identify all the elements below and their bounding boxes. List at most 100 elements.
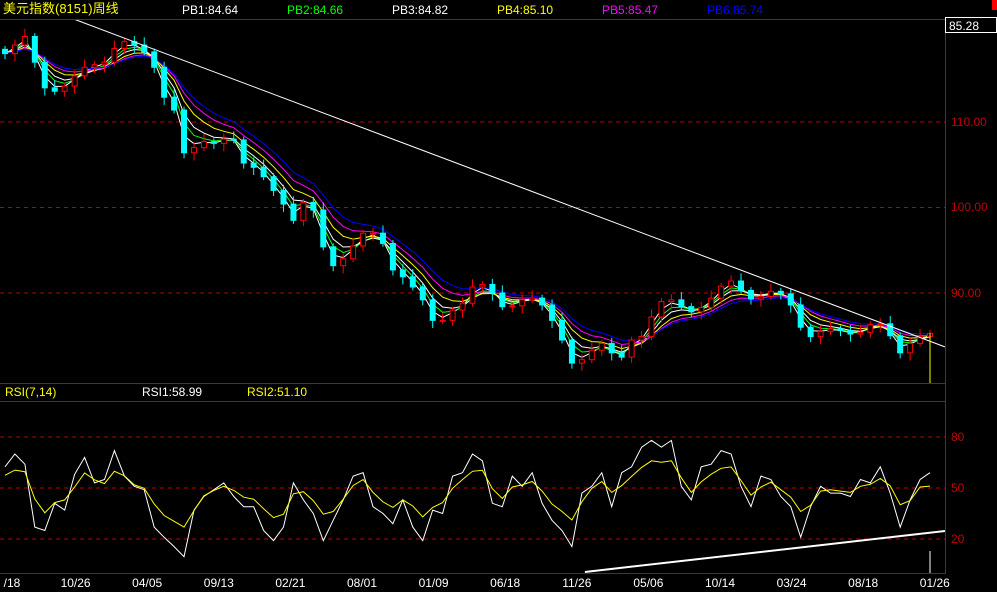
rsi-tick-80: 80	[951, 430, 965, 444]
candle-up	[81, 66, 88, 77]
candle-up	[668, 299, 675, 303]
candle-down	[240, 139, 247, 164]
candle-up	[509, 305, 516, 308]
candle-down	[290, 203, 297, 221]
candle-up	[220, 138, 227, 144]
candle-up	[11, 44, 18, 55]
candle-up	[459, 302, 466, 311]
candle-up	[71, 75, 78, 87]
candle-down	[539, 297, 546, 306]
candle-up	[588, 349, 595, 361]
candle-up	[300, 201, 307, 221]
candle-up	[469, 286, 476, 304]
candle-down	[618, 352, 625, 358]
candle-up	[817, 330, 824, 338]
price-tick-110: 110.00	[951, 115, 987, 129]
rsi-lines	[4, 439, 946, 573]
candle-up	[370, 232, 377, 235]
candle-up	[698, 307, 705, 313]
x-tick-label: 11/26	[562, 576, 592, 590]
candle-up	[827, 328, 834, 332]
candle-up	[190, 147, 197, 154]
rsi-line-rsi2	[4, 460, 931, 528]
candle-down	[608, 342, 615, 354]
x-tick-label: 06/18	[490, 576, 521, 590]
candle-up	[877, 323, 884, 326]
x-tick-label: 02/21	[275, 576, 306, 590]
candle-down	[797, 304, 804, 328]
candle-down	[161, 66, 168, 98]
rsi-title: RSI(7,14)	[5, 385, 57, 399]
x-tick-label: 01/09	[418, 576, 449, 590]
candle-down	[847, 330, 854, 335]
candle-up	[21, 36, 28, 46]
current-price-box: 85.28	[945, 17, 997, 33]
candle-up	[360, 232, 367, 247]
candle-up	[519, 299, 526, 307]
chart-canvas[interactable]	[0, 0, 997, 592]
candle-down	[210, 141, 217, 144]
candle-down	[747, 289, 754, 300]
candle-up	[439, 319, 446, 322]
candle-down	[230, 138, 237, 141]
x-tick-label: 08/18	[848, 576, 879, 590]
candle-down	[280, 189, 287, 205]
candle-down	[419, 286, 426, 301]
candle-up	[479, 283, 486, 288]
candle-down	[310, 201, 317, 211]
rsi-trendline	[584, 530, 946, 573]
candle-down	[837, 328, 844, 332]
candle-down	[320, 209, 327, 248]
candle-down	[151, 51, 158, 68]
x-tick-label: 05/06	[633, 576, 664, 590]
candle-down	[379, 232, 386, 244]
candle-up	[350, 245, 357, 260]
pb4-label: PB4:85.10	[497, 3, 554, 17]
candle-up	[598, 342, 605, 351]
candle-up	[200, 141, 207, 149]
candle-down	[31, 36, 38, 63]
rsi1-label: RSI1:58.99	[142, 385, 203, 399]
corner-indicator	[992, 0, 997, 10]
candle-down	[389, 242, 396, 271]
candle-up	[728, 280, 735, 287]
x-tick-label: 08/01	[346, 576, 378, 590]
candle-down	[499, 292, 506, 308]
price-tick-100: 100.00	[951, 200, 988, 214]
pb2-label: PB2:84.66	[287, 3, 344, 17]
candle-up	[708, 297, 715, 309]
candle-down	[171, 96, 178, 111]
candle-down	[738, 280, 745, 291]
candle-up	[628, 339, 635, 358]
candle-down	[549, 304, 556, 321]
rsi-tick-20: 20	[951, 532, 965, 546]
candle-up	[101, 61, 108, 66]
candle-up	[658, 301, 665, 318]
x-tick-label: 09/13	[203, 576, 234, 590]
x-tick-label: 10/14	[704, 576, 736, 590]
candle-up	[718, 285, 725, 299]
candle-up	[857, 331, 864, 335]
candle-down	[51, 87, 58, 92]
candle-up	[757, 295, 764, 300]
x-tick-label: 03/24	[776, 576, 807, 590]
candle-down	[260, 166, 267, 178]
candle-up	[61, 85, 68, 92]
candle-down	[688, 306, 695, 313]
candle-down	[777, 290, 784, 295]
pb3-label: PB3:84.82	[392, 3, 449, 17]
chart-title: 美元指数(8151)周线	[3, 1, 119, 16]
pb1-label: PB1:84.64	[182, 3, 239, 17]
rsi-tick-50: 50	[951, 481, 965, 495]
candle-up	[767, 290, 774, 297]
candle-down	[897, 335, 904, 354]
candle-up	[449, 309, 456, 321]
candle-down	[678, 299, 685, 308]
candle-up	[91, 64, 98, 68]
candle-down	[330, 246, 337, 267]
candle-down	[41, 61, 48, 89]
candle-down	[568, 339, 575, 364]
candle-up	[648, 316, 655, 338]
candle-down	[558, 319, 565, 341]
x-tick-label: 10/26	[60, 576, 91, 590]
